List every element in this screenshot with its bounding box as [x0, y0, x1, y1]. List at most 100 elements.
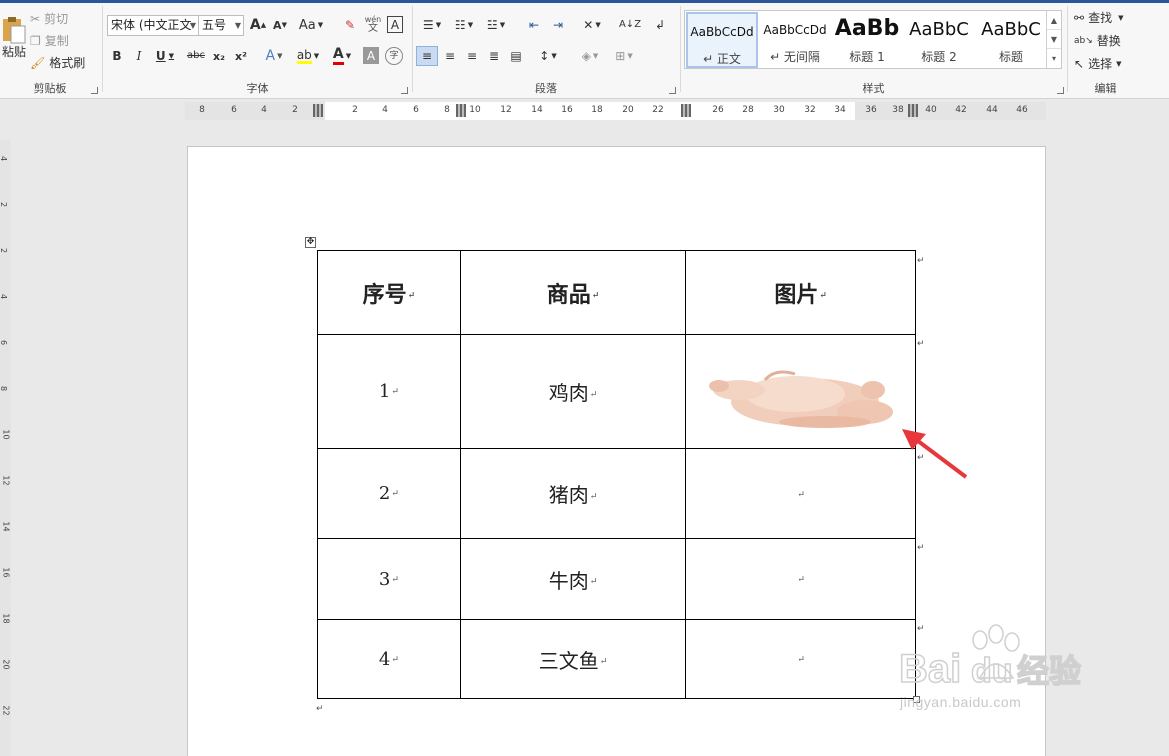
header-cell-item[interactable]: 商品↵: [459, 250, 687, 335]
shrink-font-button[interactable]: A ▼: [271, 16, 289, 34]
font-launcher-icon[interactable]: [401, 87, 408, 94]
distributed-button[interactable]: ▤: [506, 47, 526, 65]
copy-button[interactable]: ❐ 复制: [30, 32, 90, 50]
ruler-column-marker[interactable]: [313, 104, 323, 117]
char-shading-icon: A: [366, 48, 376, 63]
replace-label: 替换: [1096, 34, 1121, 48]
align-left-icon: ≡: [421, 49, 433, 63]
numbering-button[interactable]: ☷ ▼: [450, 16, 478, 34]
cell-image[interactable]: ↵: [685, 538, 916, 620]
align-right-button[interactable]: ≡: [462, 47, 482, 65]
subscript-button[interactable]: x₂: [209, 47, 229, 65]
vertical-ruler[interactable]: 42246810121416182022: [0, 140, 11, 756]
cell-item[interactable]: 鸡肉↵: [459, 334, 687, 449]
highlight-button[interactable]: ab ▼: [295, 47, 321, 65]
change-case-button[interactable]: Aa ▼: [297, 16, 325, 34]
paragraph-mark: ↵: [316, 704, 324, 714]
styles-launcher-icon[interactable]: [1057, 87, 1064, 94]
cell-end-mark: ↵: [599, 657, 608, 667]
header-cell-image[interactable]: 图片↵: [685, 250, 916, 335]
format-painter-button[interactable]: 🖌 格式刷: [30, 54, 94, 72]
increase-indent-button[interactable]: ⇥: [548, 16, 568, 34]
cell-end-mark: ↵: [391, 574, 399, 585]
paragraph-group: ☰ ▼ ☷ ▼ ☳ ▼ ⇤ ⇥ ✕ ▼ A↓Z ↲ ≡ ≡ ≡ ≣ ▤ ↕ ▼ ◈ ▼ ⊞ ▼…: [414, 4, 678, 96]
ruler-tick-label: 8: [199, 105, 205, 115]
underline-button[interactable]: U ▼: [153, 47, 177, 65]
paste-button[interactable]: 粘贴: [0, 12, 28, 62]
italic-button[interactable]: I: [131, 47, 147, 65]
select-button[interactable]: ↖ 选择 ▼: [1074, 55, 1140, 73]
cell-no[interactable]: 4↵: [317, 619, 461, 699]
font-size-combo[interactable]: 五号 ▼: [198, 15, 244, 36]
vertical-ruler-tick-label: 6: [0, 340, 8, 345]
ruler-tick-label: 8: [444, 105, 450, 115]
cell-end-mark: ↵: [591, 290, 600, 301]
cell-no[interactable]: 1↵: [317, 334, 461, 449]
vertical-ruler-tick-label: 12: [1, 475, 11, 486]
ribbon-accent-line: [0, 0, 1169, 3]
align-left-button[interactable]: ≡: [416, 46, 438, 66]
char-border-button[interactable]: A: [387, 16, 403, 33]
clipboard-launcher-icon[interactable]: [91, 87, 98, 94]
cut-button[interactable]: ✂ 剪切: [30, 10, 90, 28]
horizontal-ruler[interactable]: 8 6 4 2 2 4 6 8 10 12 14 16 18 20 22 26 28 30 32 34 36 38 40 42…: [185, 102, 1046, 120]
clear-format-button[interactable]: ✎: [341, 16, 359, 34]
ruler-column-marker[interactable]: [681, 104, 691, 117]
char-shading-button[interactable]: A: [363, 47, 379, 64]
bold-button[interactable]: B: [109, 47, 125, 65]
product-table[interactable]: 序号↵ 商品↵ 图片↵ 1↵ 鸡肉↵ 2↵ 猪肉↵ ↵ 3↵ 牛肉↵ ↵ 4↵ …: [317, 250, 916, 699]
table-move-handle-icon[interactable]: ✥: [305, 237, 316, 248]
row-end-mark: ↵: [917, 256, 925, 266]
cell-end-mark: ↵: [391, 654, 399, 665]
cell-end-mark: ↵: [391, 387, 399, 397]
strikethrough-button[interactable]: abc: [185, 47, 207, 65]
show-marks-button[interactable]: ↲: [650, 16, 670, 34]
multilevel-list-button[interactable]: ☳ ▼: [482, 16, 510, 34]
cell-item[interactable]: 猪肉↵: [459, 448, 687, 539]
vertical-ruler-tick-label: 4: [0, 156, 8, 161]
cell-no[interactable]: 3↵: [317, 538, 461, 620]
shrink-font-icon: A: [273, 18, 282, 32]
enclose-char-icon: 字: [389, 50, 399, 61]
font-color-button[interactable]: A ▼: [329, 46, 355, 66]
styles-group: 样式: [681, 4, 1066, 96]
vertical-ruler-tick-label: 2: [0, 248, 8, 253]
replace-button[interactable]: ab↘ 替换: [1074, 32, 1140, 50]
cell-item[interactable]: 三文鱼↵: [459, 619, 687, 699]
cell-no[interactable]: 2↵: [317, 448, 461, 539]
vertical-ruler-tick-label: 16: [1, 567, 11, 578]
enclose-char-button[interactable]: 字: [385, 47, 403, 65]
ruler-column-marker[interactable]: [456, 104, 466, 117]
cell-image[interactable]: ↵: [685, 448, 916, 539]
cell-item[interactable]: 牛肉↵: [459, 538, 687, 620]
indent-icon: ⇥: [552, 18, 564, 32]
font-group: 宋体 (中文正文 ▼ 五号 ▼ A ▲ A ▼ Aa ▼ ✎ wén 文 A B I U ▼ …: [105, 4, 410, 96]
asian-layout-button[interactable]: ✕ ▼: [578, 16, 606, 34]
editing-group: ⚯ 查找 ▼ ab↘ 替换 ↖ 选择 ▼ 编辑: [1068, 4, 1143, 96]
ruler-tick-label: 26: [712, 105, 724, 115]
highlighter-icon: ab: [296, 47, 312, 64]
font-name-combo[interactable]: 宋体 (中文正文 ▼: [107, 15, 199, 36]
ribbon: 粘贴 ✂ 剪切 ❐ 复制 🖌 格式刷 剪贴板 宋体 (中文正文 ▼ 五号 ▼ A ▲ …: [0, 0, 1169, 99]
bullets-button[interactable]: ☰ ▼: [418, 16, 446, 34]
justify-button[interactable]: ≣: [484, 47, 504, 65]
grow-font-button[interactable]: A ▲: [249, 16, 267, 34]
phonetic-guide-button[interactable]: wén 文: [363, 15, 383, 35]
sort-button[interactable]: A↓Z: [619, 15, 641, 35]
find-button[interactable]: ⚯ 查找 ▼: [1074, 9, 1140, 27]
superscript-button[interactable]: x²: [231, 47, 251, 65]
decrease-indent-button[interactable]: ⇤: [524, 16, 544, 34]
text-effects-button[interactable]: A ▼: [261, 47, 287, 65]
line-spacing-button[interactable]: ↕ ▼: [534, 47, 562, 65]
borders-button[interactable]: ⊞ ▼: [610, 47, 638, 65]
cell-image[interactable]: ↵: [685, 619, 916, 699]
asian-layout-icon: ✕: [583, 18, 594, 32]
shading-button[interactable]: ◈ ▼: [576, 47, 604, 65]
chicken-image[interactable]: [705, 360, 897, 432]
ruler-column-marker[interactable]: [908, 104, 918, 117]
header-cell-no[interactable]: 序号↵: [317, 250, 461, 335]
find-label: 查找: [1088, 11, 1113, 25]
align-center-button[interactable]: ≡: [440, 47, 460, 65]
justify-icon: ≣: [488, 49, 500, 63]
paragraph-launcher-icon[interactable]: [669, 87, 676, 94]
